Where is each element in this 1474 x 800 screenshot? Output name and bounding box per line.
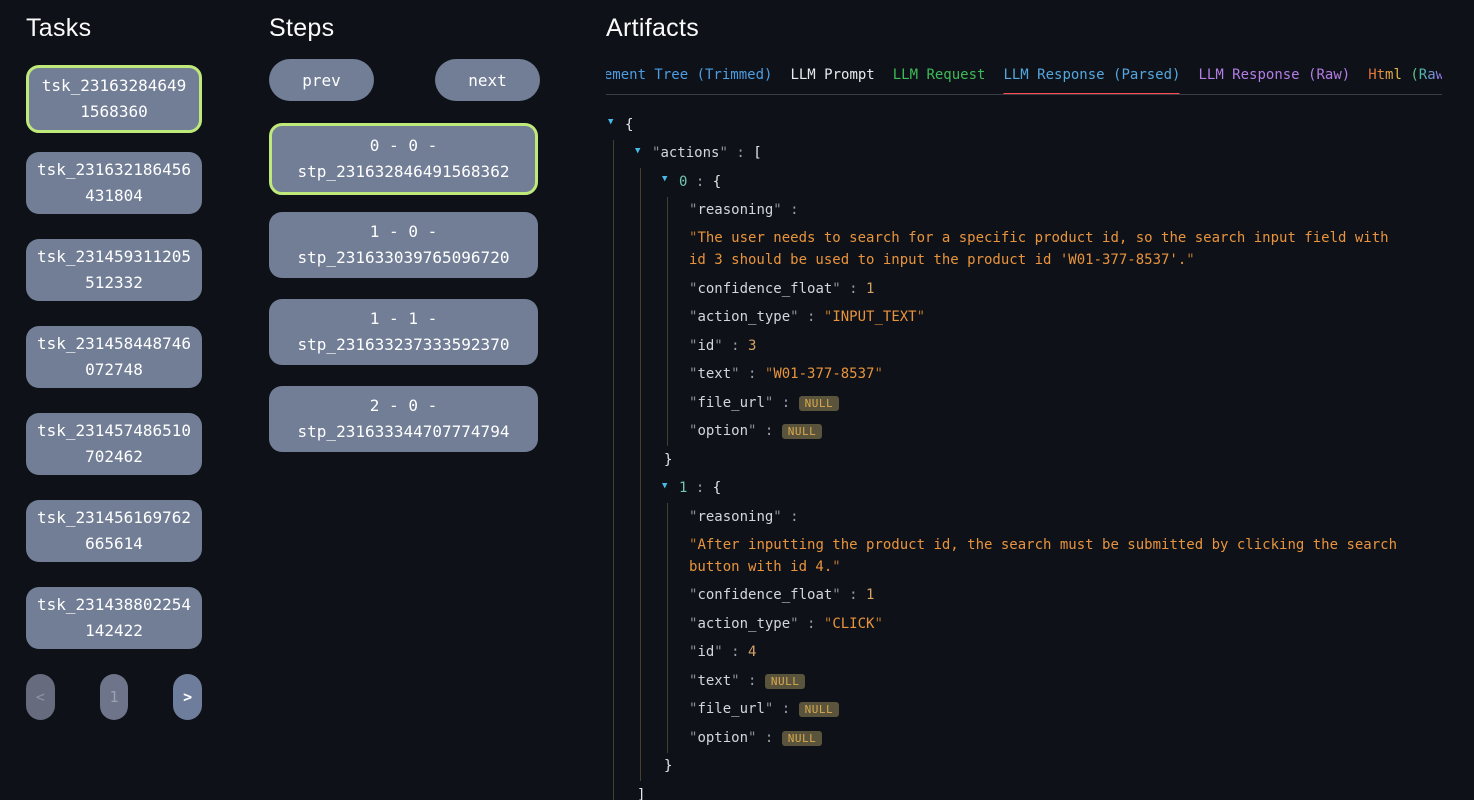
task-button[interactable]: tsk_231632846491568360 [26,65,202,133]
null-badge: NULL [799,702,840,717]
steps-title: Steps [269,14,540,42]
json-row: ▼"actions" : [ [652,140,1474,169]
json-row: "confidence_float" : 1 [689,582,1474,611]
tab-element-tree-trimmed[interactable]: Element Tree (Trimmed) [606,66,772,85]
json-block: ▼"actions" : [▼0 : {"reasoning" : "The u… [613,140,1474,800]
json-row: ▼{ [625,111,1474,140]
json-row: "option" : NULL [689,724,1474,753]
task-button[interactable]: tsk_231438802254142422 [26,587,202,649]
json-block: "reasoning" : "The user needs to search … [667,197,1474,447]
json-block: "reasoning" : "After inputting the produ… [667,503,1474,753]
tab-html-raw[interactable]: Html (Raw) [1368,66,1442,85]
json-viewer: ▼{▼"actions" : [▼0 : {"reasoning" : "The… [606,111,1474,800]
json-row: "confidence_float" : 1 [689,275,1474,304]
steps-nav: prev next [269,59,540,101]
artifacts-title: Artifacts [606,14,1474,42]
null-badge: NULL [799,396,840,411]
steps-prev-button[interactable]: prev [269,59,374,101]
tasks-title: Tasks [26,14,202,42]
tab-llm-response-parsed[interactable]: LLM Response (Parsed) [1003,66,1180,85]
null-badge: NULL [782,731,823,746]
step-button[interactable]: 1 - 1 - stp_231633237333592370 [269,299,538,365]
json-row: "action_type" : "CLICK" [689,610,1474,639]
tab-llm-response-raw[interactable]: LLM Response (Raw) [1198,66,1350,85]
task-button[interactable]: tsk_231458448746072748 [26,326,202,388]
tasks-pagination: <1 > [26,674,202,720]
step-button[interactable]: 1 - 0 - stp_231633039765096720 [269,212,538,278]
json-row: "reasoning" : [689,503,1474,532]
step-button[interactable]: 2 - 0 - stp_231633344707774794 [269,386,538,452]
null-badge: NULL [782,424,823,439]
pagination-next-button[interactable]: > [173,674,202,720]
json-row: } [664,753,1474,782]
app-root: Tasks tsk_231632846491568360 tsk_23163218… [0,0,1474,800]
artifacts-tabbar: Element Tree (Trimmed) LLM Prompt LLM Requ… [606,66,1442,95]
steps-next-button[interactable]: next [435,59,540,101]
null-badge: NULL [765,674,806,689]
artifacts-panel: Artifacts Element Tree (Trimmed) LLM Prom… [606,14,1474,800]
collapse-triangle-icon[interactable]: ▼ [608,118,613,127]
task-button[interactable]: tsk_231459311205512332 [26,239,202,301]
json-string-block: "The user needs to search for a specific… [689,225,1412,275]
json-row: "id" : 3 [689,332,1474,361]
json-string-block: "After inputting the product id, the sea… [689,532,1412,582]
json-row: "action_type" : "INPUT_TEXT" [689,304,1474,333]
collapse-triangle-icon[interactable]: ▼ [662,175,667,184]
tab-llm-prompt[interactable]: LLM Prompt [790,66,874,85]
json-row: ] [637,781,1474,800]
json-row: "reasoning" : [689,197,1474,226]
json-row: ▼1 : { [679,475,1474,504]
tab-llm-request[interactable]: LLM Request [893,66,986,85]
json-block: ▼0 : {"reasoning" : "The user needs to s… [640,168,1474,781]
collapse-triangle-icon[interactable]: ▼ [662,482,667,491]
step-button[interactable]: 0 - 0 - stp_231632846491568362 [269,123,538,195]
tasks-panel: Tasks tsk_231632846491568360 tsk_23163218… [26,14,202,720]
json-row: "file_url" : NULL [689,389,1474,418]
task-button[interactable]: tsk_231632186456431804 [26,152,202,214]
json-row: } [664,446,1474,475]
json-row: "option" : NULL [689,418,1474,447]
step-list: 0 - 0 - stp_231632846491568362 1 - 0 - st… [269,123,540,452]
active-tab-underline [1003,93,1180,95]
pagination-page-button[interactable]: 1 [100,674,129,720]
json-row: "id" : 4 [689,639,1474,668]
json-row: "text" : NULL [689,667,1474,696]
json-row: ▼0 : { [679,168,1474,197]
collapse-triangle-icon[interactable]: ▼ [635,147,640,156]
json-row: "file_url" : NULL [689,696,1474,725]
task-button[interactable]: tsk_231457486510702462 [26,413,202,475]
json-row: "text" : "W01-377-8537" [689,361,1474,390]
task-button[interactable]: tsk_231456169762665614 [26,500,202,562]
task-list: tsk_231632846491568360 tsk_23163218645643… [26,65,202,649]
steps-panel: Steps prev next 0 - 0 - stp_231632846491… [269,14,540,473]
pagination-prev-button[interactable]: < [26,674,55,720]
